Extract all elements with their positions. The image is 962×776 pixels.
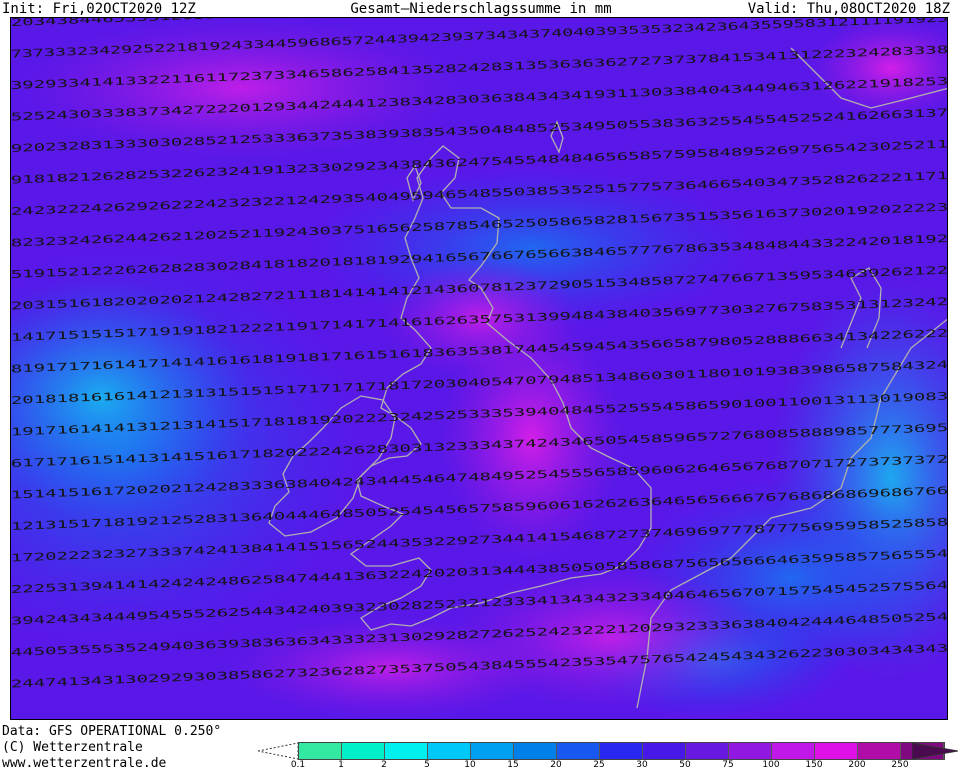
legend-tick-label: 50 xyxy=(679,760,691,770)
legend-tick-label: 25 xyxy=(593,760,605,770)
legend-swatch xyxy=(514,743,557,759)
legend-swatch xyxy=(686,743,729,759)
legend-swatch xyxy=(471,743,514,759)
legend-swatch xyxy=(600,743,643,759)
legend-tick-label: 100 xyxy=(762,760,780,770)
precipitation-map[interactable]: 2034384465353129333439506790907586854340… xyxy=(10,17,948,720)
legend-tick-label: 150 xyxy=(805,760,823,770)
legend-tick-label: 10 xyxy=(464,760,476,770)
legend-right-arrow xyxy=(912,742,958,760)
legend-swatch xyxy=(385,743,428,759)
data-source-label: Data: GFS OPERATIONAL 0.250° xyxy=(2,724,222,739)
legend-tick-label: 15 xyxy=(507,760,519,770)
legend-swatch xyxy=(729,743,772,759)
legend-swatch xyxy=(557,743,600,759)
legend-swatch xyxy=(858,743,901,759)
legend-tick-label: 5 xyxy=(424,760,430,770)
legend-tick-label: 2 xyxy=(381,760,387,770)
legend-tick-label: 20 xyxy=(550,760,562,770)
copyright-label: (C) Wetterzentrale xyxy=(2,740,143,755)
legend-swatch xyxy=(342,743,385,759)
legend-swatch xyxy=(299,743,342,759)
legend-tick-label: 30 xyxy=(636,760,648,770)
legend-swatch xyxy=(772,743,815,759)
color-legend: 0.1 1 2 5 10 15 20 25 30 50 75 100 150 200 250 xyxy=(258,740,958,774)
legend-tick-label: 0.1 xyxy=(290,760,306,770)
legend-tick-label: 200 xyxy=(848,760,866,770)
legend-tick-label: 1 xyxy=(338,760,344,770)
legend-tick-label: 250 xyxy=(891,760,909,770)
legend-swatch xyxy=(643,743,686,759)
legend-swatch xyxy=(815,743,858,759)
legend-tick-label: 75 xyxy=(722,760,734,770)
valid-time-label: Valid: Thu,08OCT2020 18Z xyxy=(747,1,950,17)
map-canvas: 2034384465353129333439506790907586854340… xyxy=(11,18,947,719)
legend-left-arrow xyxy=(258,742,298,760)
legend-color-bar xyxy=(298,742,945,760)
website-label: www.wetterzentrale.de xyxy=(2,756,167,771)
legend-swatch xyxy=(428,743,471,759)
